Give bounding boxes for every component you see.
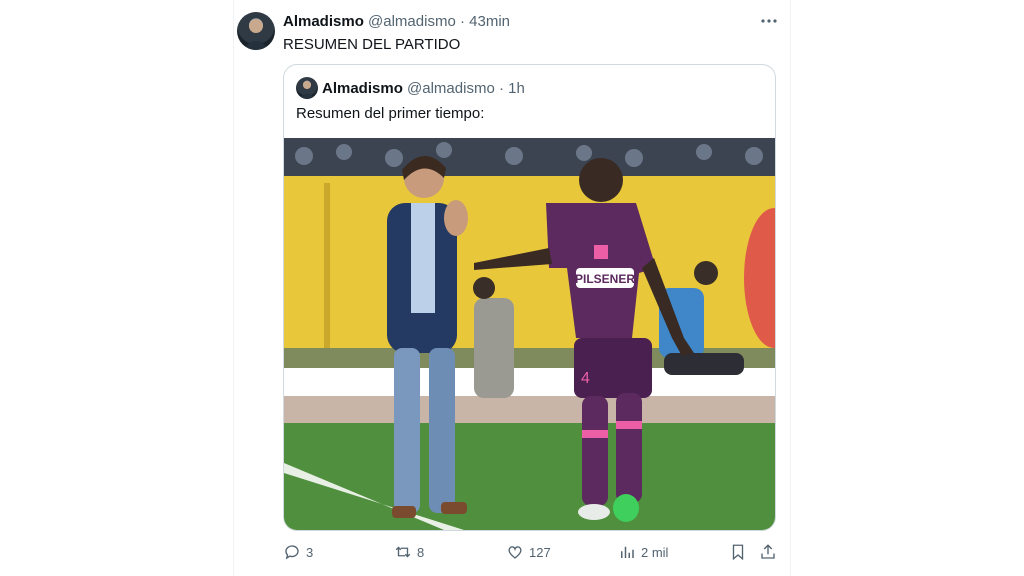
bookmark-button[interactable] <box>729 540 747 564</box>
tweet-actions: 3 8 127 2 mil <box>283 540 776 564</box>
share-button[interactable] <box>759 540 777 564</box>
more-options-button[interactable] <box>758 10 780 32</box>
repost-count: 8 <box>417 544 425 560</box>
author-name[interactable]: Almadismo <box>283 13 364 30</box>
like-count: 127 <box>529 544 551 560</box>
quoted-author-name[interactable]: Almadismo <box>322 80 403 97</box>
reply-button[interactable]: 3 <box>283 540 313 564</box>
quoted-author-handle[interactable]: @almadismo <box>407 80 495 97</box>
tweet-image[interactable]: PILSENER 4 <box>284 138 775 530</box>
quoted-separator: · <box>498 80 504 97</box>
shirt-number: 4 <box>581 370 590 387</box>
bookmark-icon <box>732 544 744 561</box>
timestamp[interactable]: 43min <box>469 13 510 30</box>
views-count: 2 mil <box>641 544 669 560</box>
quoted-tweet-header: Almadismo @almadismo · 1h <box>322 80 525 97</box>
like-icon <box>508 546 522 559</box>
author-handle[interactable]: @almadismo <box>368 13 456 30</box>
reply-icon <box>285 545 299 560</box>
reply-count: 3 <box>306 544 314 560</box>
quoted-avatar[interactable] <box>296 77 318 99</box>
tweet-header: Almadismo @almadismo · 43min <box>283 13 510 30</box>
jersey-sponsor-text: PILSENER <box>575 272 635 286</box>
share-icon <box>761 544 775 559</box>
quoted-timestamp[interactable]: 1h <box>508 80 525 97</box>
avatar[interactable] <box>237 12 275 50</box>
quoted-tweet-text: Resumen del primer tiempo: <box>296 105 485 122</box>
views-button[interactable]: 2 mil <box>618 540 668 564</box>
more-icon <box>761 19 777 23</box>
quoted-tweet[interactable]: Almadismo @almadismo · 1h Resumen del pr… <box>283 64 776 531</box>
repost-button[interactable]: 8 <box>394 540 424 564</box>
separator: · <box>459 13 465 30</box>
tweet-text: RESUMEN DEL PARTIDO <box>283 36 461 53</box>
like-button[interactable]: 127 <box>506 540 551 564</box>
repost-icon <box>395 546 411 558</box>
views-icon <box>621 546 634 558</box>
